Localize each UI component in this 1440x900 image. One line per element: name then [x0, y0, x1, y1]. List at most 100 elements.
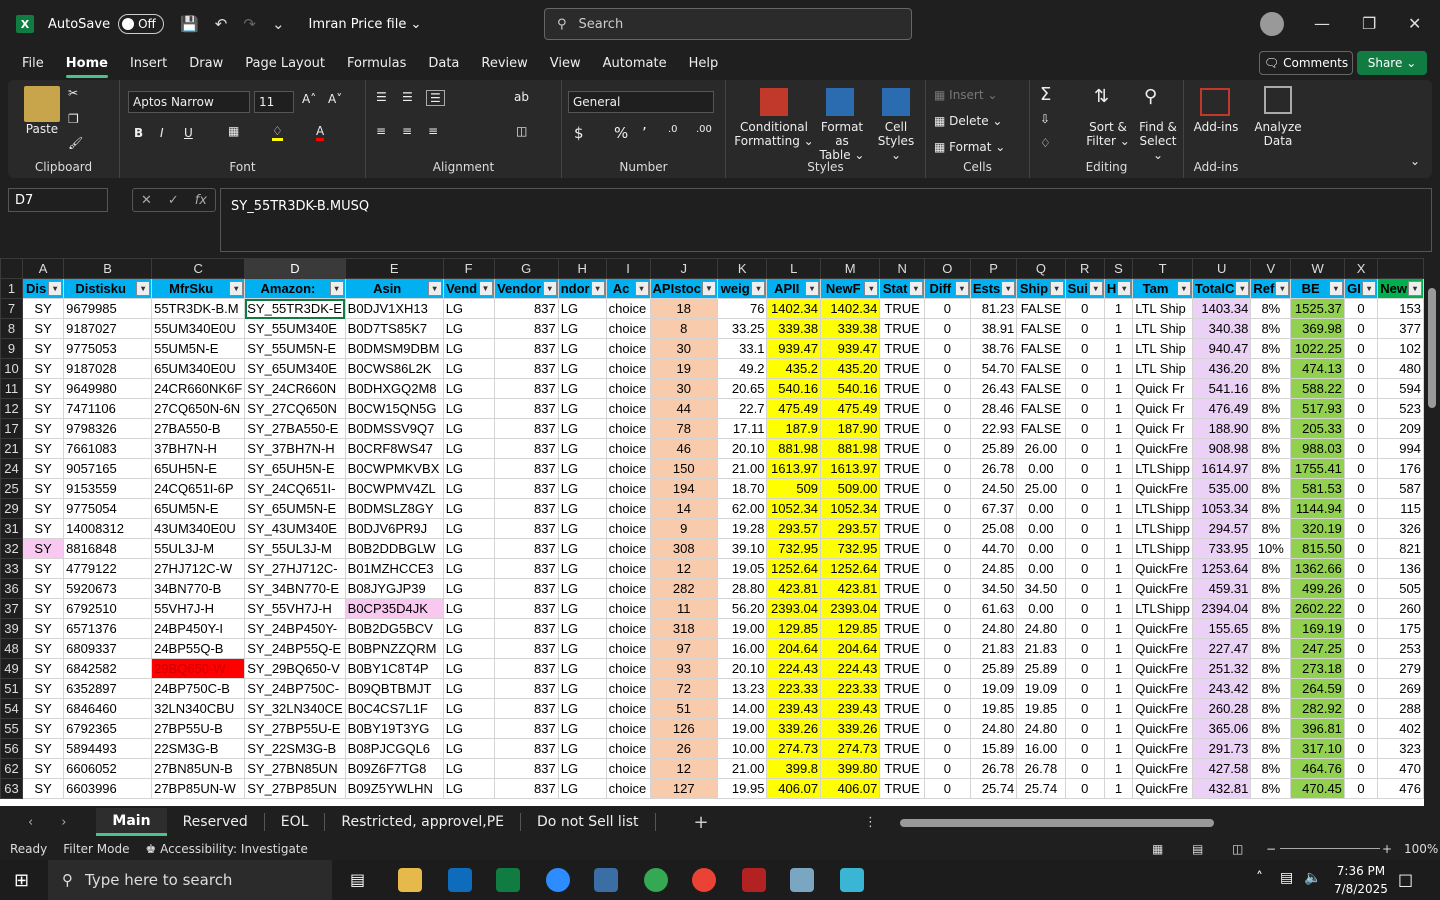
cell[interactable]: 837 — [493, 538, 559, 559]
cell[interactable]: 1 — [1103, 358, 1134, 379]
cell[interactable]: 1 — [1103, 478, 1134, 499]
column-header[interactable]: V — [1250, 258, 1292, 279]
cell[interactable]: 837 — [493, 318, 559, 339]
column-header[interactable]: H — [557, 258, 607, 279]
row-header[interactable]: 29 — [0, 498, 24, 519]
cell[interactable]: 55UL3J-M — [151, 538, 246, 559]
header-cell[interactable]: BE ▾ — [1290, 278, 1345, 299]
decrease-font-icon[interactable]: A˅ — [328, 92, 342, 106]
cell[interactable]: 269 — [1377, 678, 1424, 699]
cell[interactable]: choice — [605, 578, 651, 599]
comma-icon[interactable]: ’ — [642, 124, 647, 142]
cell[interactable]: choice — [605, 618, 651, 639]
cell[interactable]: 65UM5N-E — [151, 498, 246, 519]
cell[interactable]: 9649980 — [63, 378, 153, 399]
cell[interactable]: 399.8 — [766, 758, 822, 779]
cell[interactable]: SY — [22, 718, 65, 739]
cell[interactable]: 24.50 — [969, 478, 1018, 499]
column-header[interactable]: T — [1132, 258, 1193, 279]
cell[interactable]: 0 — [923, 438, 971, 459]
cell[interactable]: TRUE — [879, 598, 925, 619]
cell[interactable]: LG — [557, 538, 607, 559]
cell[interactable]: TRUE — [879, 578, 925, 599]
cell[interactable]: QuickFre — [1132, 778, 1193, 799]
cell[interactable]: 27CQ650N-6N — [151, 398, 246, 419]
cell[interactable]: 0 — [923, 738, 971, 759]
cell[interactable]: 0 — [1343, 418, 1379, 439]
cell[interactable]: LG — [557, 718, 607, 739]
cell[interactable]: 7471106 — [63, 398, 153, 419]
cell[interactable]: SY_43UM340E — [244, 518, 346, 539]
cell[interactable]: 1253.64 — [1191, 558, 1252, 579]
cell[interactable]: SY_24BP450Y- — [244, 618, 346, 639]
cell[interactable]: 81.23 — [969, 298, 1018, 319]
cell[interactable]: 27BN85UN-B — [151, 758, 246, 779]
calculator-icon[interactable] — [594, 868, 618, 892]
cell[interactable]: 377 — [1377, 318, 1424, 339]
cell[interactable]: 509 — [766, 478, 822, 499]
header-cell[interactable]: ndor ▾ — [557, 278, 607, 299]
header-cell[interactable]: Ref ▾ — [1250, 278, 1292, 299]
menu-file[interactable]: File — [22, 56, 44, 71]
cell[interactable]: 239.43 — [820, 698, 881, 719]
menu-review[interactable]: Review — [481, 56, 527, 71]
cell[interactable]: 28.80 — [716, 578, 768, 599]
zoom-app-icon[interactable] — [546, 868, 570, 892]
row-header[interactable]: 56 — [0, 738, 24, 759]
cell[interactable]: 1252.64 — [820, 558, 881, 579]
cell[interactable]: 0 — [923, 598, 971, 619]
cell[interactable]: 55UM5N-E — [151, 338, 246, 359]
cell[interactable]: 46 — [649, 438, 718, 459]
header-cell[interactable]: Ests ▾ — [969, 278, 1018, 299]
cell[interactable]: 0 — [1343, 338, 1379, 359]
cell[interactable]: B09Z5YWLHN — [344, 778, 444, 799]
cell[interactable]: 282.92 — [1290, 698, 1345, 719]
cell[interactable]: 34.50 — [969, 578, 1018, 599]
cell[interactable]: 837 — [493, 778, 559, 799]
cell[interactable]: LG — [442, 538, 495, 559]
filter-dropdown-icon[interactable]: ▼ — [478, 281, 493, 296]
cell[interactable]: 1525.37 — [1290, 298, 1345, 319]
header-cell[interactable]: Vendor ▾ — [493, 278, 559, 299]
row-header[interactable]: 10 — [0, 358, 24, 379]
cell[interactable]: 26 — [649, 738, 718, 759]
cell[interactable]: 1 — [1103, 438, 1134, 459]
cell[interactable]: 837 — [493, 338, 559, 359]
cell[interactable]: 1 — [1103, 338, 1134, 359]
cell[interactable]: SY_65UM5N-E — [244, 498, 346, 519]
cell[interactable]: 10% — [1250, 538, 1292, 559]
cell[interactable]: 1755.41 — [1290, 458, 1345, 479]
cell[interactable]: choice — [605, 638, 651, 659]
cell[interactable]: LG — [442, 298, 495, 319]
cell[interactable]: TRUE — [879, 498, 925, 519]
cell[interactable]: 17.11 — [716, 418, 768, 439]
cell[interactable]: 25.74 — [969, 778, 1018, 799]
cell[interactable]: 10.00 — [716, 738, 768, 759]
cell[interactable]: 0 — [923, 638, 971, 659]
clock[interactable]: 7:36 PM 7/8/2025 — [1334, 862, 1388, 898]
cell[interactable]: 21.83 — [1016, 638, 1066, 659]
cell[interactable]: 150 — [649, 458, 718, 479]
cell[interactable]: LG — [442, 738, 495, 759]
cell[interactable]: 0 — [1343, 478, 1379, 499]
cell[interactable]: choice — [605, 298, 651, 319]
cell[interactable]: 837 — [493, 738, 559, 759]
cell[interactable]: LG — [442, 778, 495, 799]
cell[interactable]: 20.10 — [716, 438, 768, 459]
increase-decimal-icon[interactable]: .0 — [668, 124, 678, 135]
filter-dropdown-icon[interactable]: ▾ — [48, 281, 63, 296]
cell[interactable]: 476 — [1377, 778, 1424, 799]
cell[interactable]: B09Z6F7TG8 — [344, 758, 444, 779]
cell[interactable]: 475.49 — [766, 398, 822, 419]
cell[interactable]: 76 — [716, 298, 768, 319]
cell[interactable]: 43UM340E0U — [151, 518, 246, 539]
cell[interactable]: LG — [442, 618, 495, 639]
cell[interactable]: FALSE — [1016, 318, 1066, 339]
cell[interactable]: SY_24CR660N — [244, 378, 346, 399]
cell[interactable]: 1 — [1103, 658, 1134, 679]
header-cell[interactable]: weig ▾ — [716, 278, 768, 299]
cell[interactable]: 1 — [1103, 558, 1134, 579]
column-header[interactable]: B — [63, 258, 153, 279]
cell[interactable]: LG — [442, 498, 495, 519]
cell[interactable]: 815.50 — [1290, 538, 1345, 559]
